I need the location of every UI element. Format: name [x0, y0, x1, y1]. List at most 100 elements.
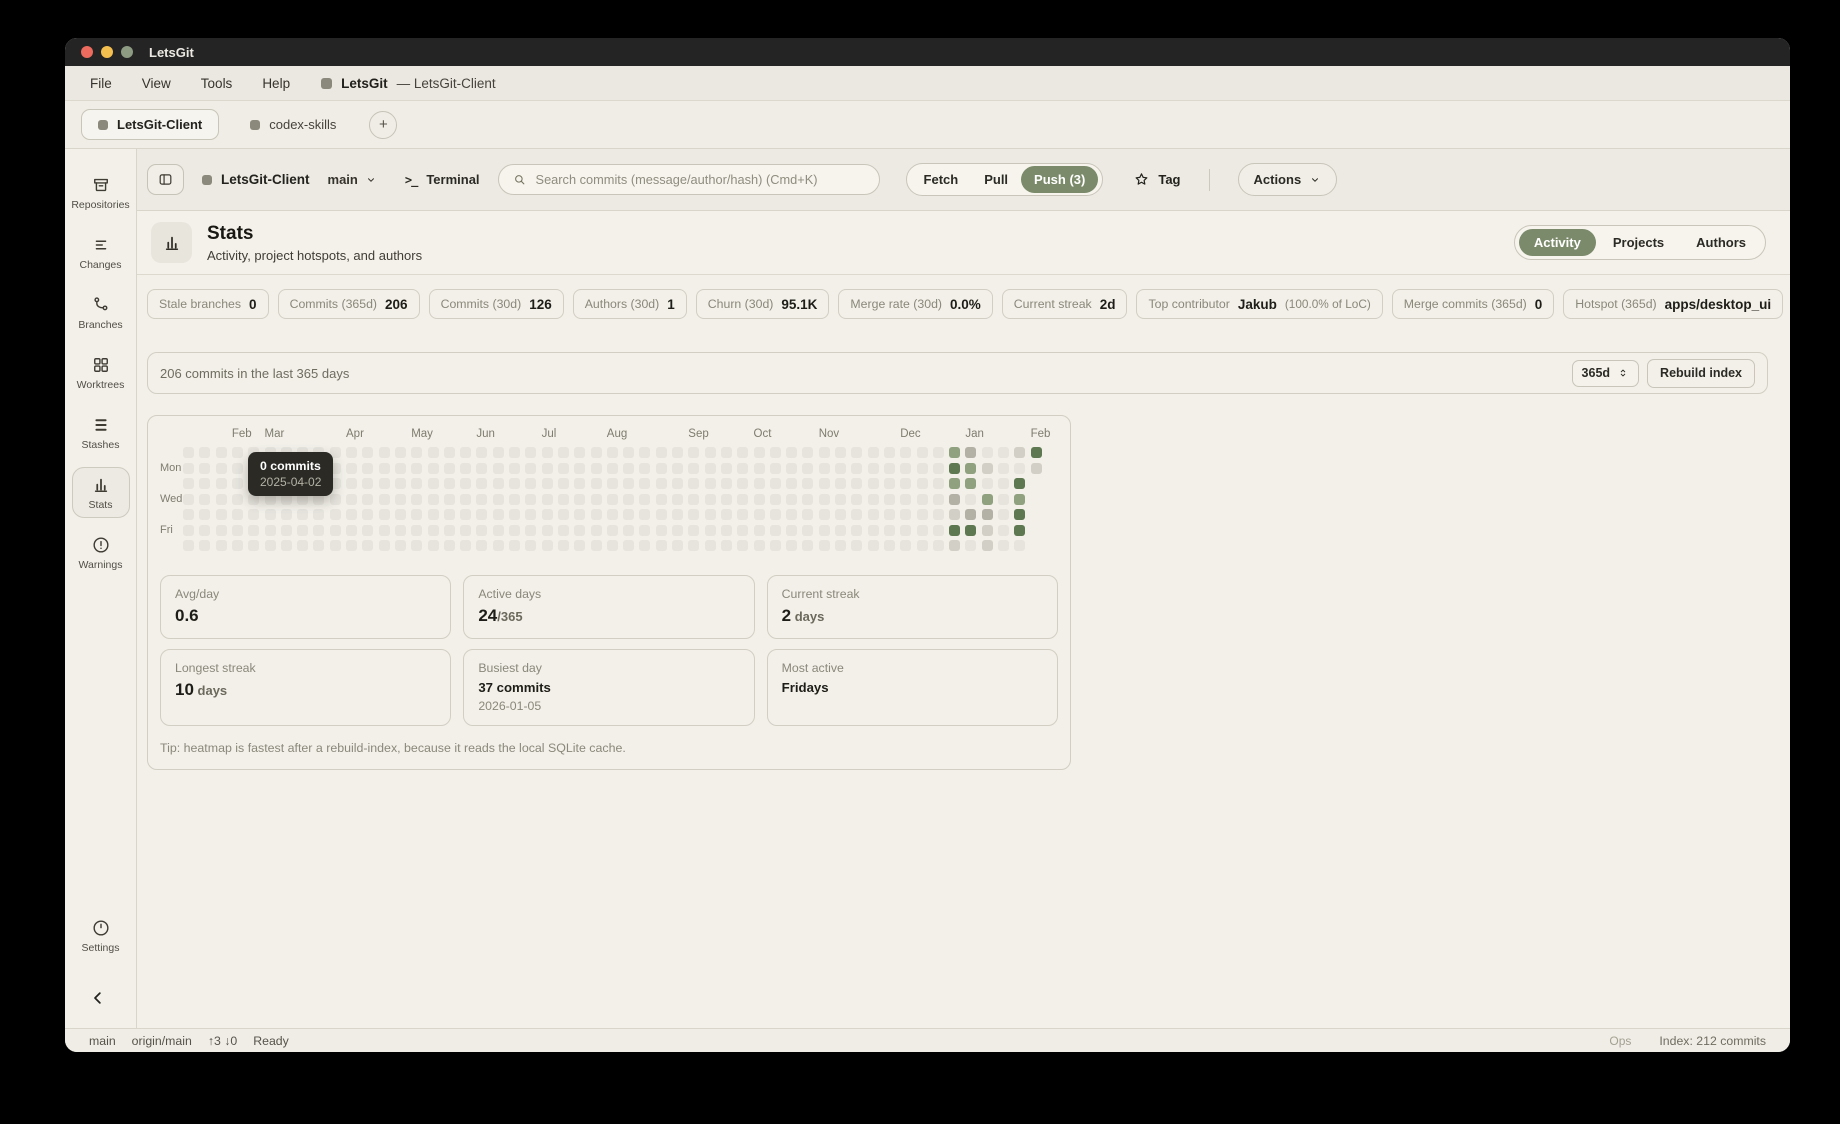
heatmap-cell[interactable]	[444, 540, 455, 551]
heatmap-cell[interactable]	[819, 494, 830, 505]
heatmap-cell[interactable]	[754, 494, 765, 505]
heatmap-cell[interactable]	[623, 525, 634, 536]
heatmap-cell[interactable]	[868, 509, 879, 520]
heatmap-cell[interactable]	[183, 494, 194, 505]
heatmap-cell[interactable]	[460, 494, 471, 505]
heatmap-cell[interactable]	[542, 478, 553, 489]
heatmap-cell[interactable]	[183, 525, 194, 536]
heatmap-cell[interactable]	[232, 447, 243, 458]
heatmap-cell[interactable]	[835, 509, 846, 520]
heatmap-cell[interactable]	[737, 478, 748, 489]
heatmap-cell[interactable]	[672, 540, 683, 551]
heatmap-cell[interactable]	[411, 494, 422, 505]
heatmap-cell[interactable]	[1014, 540, 1025, 551]
heatmap-cell[interactable]	[525, 447, 536, 458]
heatmap-cell[interactable]	[558, 540, 569, 551]
heatmap-cell[interactable]	[982, 478, 993, 489]
heatmap-cell[interactable]	[444, 494, 455, 505]
heatmap-cell[interactable]	[199, 525, 210, 536]
heatmap-cell[interactable]	[1031, 463, 1042, 474]
heatmap-cell[interactable]	[1014, 525, 1025, 536]
heatmap-cell[interactable]	[705, 463, 716, 474]
heatmap-cell[interactable]	[868, 463, 879, 474]
heatmap-cell[interactable]	[786, 447, 797, 458]
heatmap-cell[interactable]	[362, 463, 373, 474]
heatmap-cell[interactable]	[656, 509, 667, 520]
heatmap-cell[interactable]	[493, 494, 504, 505]
heatmap-cell[interactable]	[949, 478, 960, 489]
heatmap-cell[interactable]	[868, 478, 879, 489]
heatmap-cell[interactable]	[835, 540, 846, 551]
heatmap-cell[interactable]	[623, 478, 634, 489]
ops-button[interactable]: Ops	[1609, 1034, 1631, 1048]
sidebar-item-warnings[interactable]: Warnings	[72, 527, 130, 578]
heatmap-cell[interactable]	[786, 509, 797, 520]
heatmap-cell[interactable]	[835, 478, 846, 489]
heatmap-cell[interactable]	[509, 525, 520, 536]
heatmap-cell[interactable]	[672, 447, 683, 458]
heatmap-cell[interactable]	[835, 463, 846, 474]
heatmap-cell[interactable]	[770, 447, 781, 458]
heatmap-cell[interactable]	[281, 509, 292, 520]
heatmap-cell[interactable]	[998, 463, 1009, 474]
heatmap-cell[interactable]	[460, 525, 471, 536]
heatmap-cell[interactable]	[688, 478, 699, 489]
heatmap-cell[interactable]	[705, 509, 716, 520]
heatmap-cell[interactable]	[493, 525, 504, 536]
heatmap-cell[interactable]	[884, 525, 895, 536]
heatmap-cell[interactable]	[607, 478, 618, 489]
heatmap-cell[interactable]	[558, 463, 569, 474]
heatmap-cell[interactable]	[754, 478, 765, 489]
heatmap-cell[interactable]	[330, 494, 341, 505]
heatmap-cell[interactable]	[933, 463, 944, 474]
view-tab-authors[interactable]: Authors	[1681, 229, 1761, 256]
heatmap-cell[interactable]	[476, 478, 487, 489]
heatmap-cell[interactable]	[900, 463, 911, 474]
heatmap-cell[interactable]	[688, 463, 699, 474]
heatmap-cell[interactable]	[884, 540, 895, 551]
heatmap-cell[interactable]	[265, 509, 276, 520]
heatmap-cell[interactable]	[623, 447, 634, 458]
heatmap-cell[interactable]	[428, 509, 439, 520]
heatmap-cell[interactable]	[607, 447, 618, 458]
heatmap-cell[interactable]	[754, 509, 765, 520]
heatmap-cell[interactable]	[802, 447, 813, 458]
heatmap-cell[interactable]	[558, 494, 569, 505]
heatmap-cell[interactable]	[591, 478, 602, 489]
view-tab-projects[interactable]: Projects	[1598, 229, 1679, 256]
heatmap-cell[interactable]	[998, 540, 1009, 551]
heatmap-cell[interactable]	[509, 540, 520, 551]
heatmap-cell[interactable]	[770, 540, 781, 551]
heatmap-cell[interactable]	[639, 478, 650, 489]
heatmap-cell[interactable]	[688, 509, 699, 520]
heatmap-cell[interactable]	[313, 540, 324, 551]
heatmap-cell[interactable]	[949, 525, 960, 536]
heatmap-cell[interactable]	[591, 509, 602, 520]
heatmap-cell[interactable]	[607, 509, 618, 520]
heatmap-cell[interactable]	[411, 509, 422, 520]
heatmap-cell[interactable]	[379, 540, 390, 551]
heatmap-cell[interactable]	[705, 525, 716, 536]
heatmap-cell[interactable]	[558, 447, 569, 458]
heatmap-cell[interactable]	[1014, 463, 1025, 474]
rebuild-index-button[interactable]: Rebuild index	[1647, 359, 1755, 388]
heatmap-cell[interactable]	[395, 478, 406, 489]
heatmap-cell[interactable]	[232, 463, 243, 474]
heatmap-cell[interactable]	[949, 540, 960, 551]
heatmap-cell[interactable]	[199, 540, 210, 551]
heatmap-cell[interactable]	[395, 463, 406, 474]
heatmap-cell[interactable]	[770, 509, 781, 520]
heatmap-cell[interactable]	[476, 463, 487, 474]
heatmap-cell[interactable]	[379, 463, 390, 474]
heatmap-cell[interactable]	[917, 478, 928, 489]
close-window-button[interactable]	[81, 46, 93, 58]
heatmap-cell[interactable]	[574, 494, 585, 505]
heatmap-cell[interactable]	[705, 478, 716, 489]
heatmap-cell[interactable]	[884, 509, 895, 520]
heatmap-cell[interactable]	[819, 509, 830, 520]
heatmap-cell[interactable]	[998, 447, 1009, 458]
heatmap-cell[interactable]	[770, 525, 781, 536]
heatmap-cell[interactable]	[623, 540, 634, 551]
heatmap-cell[interactable]	[688, 494, 699, 505]
heatmap-cell[interactable]	[591, 463, 602, 474]
